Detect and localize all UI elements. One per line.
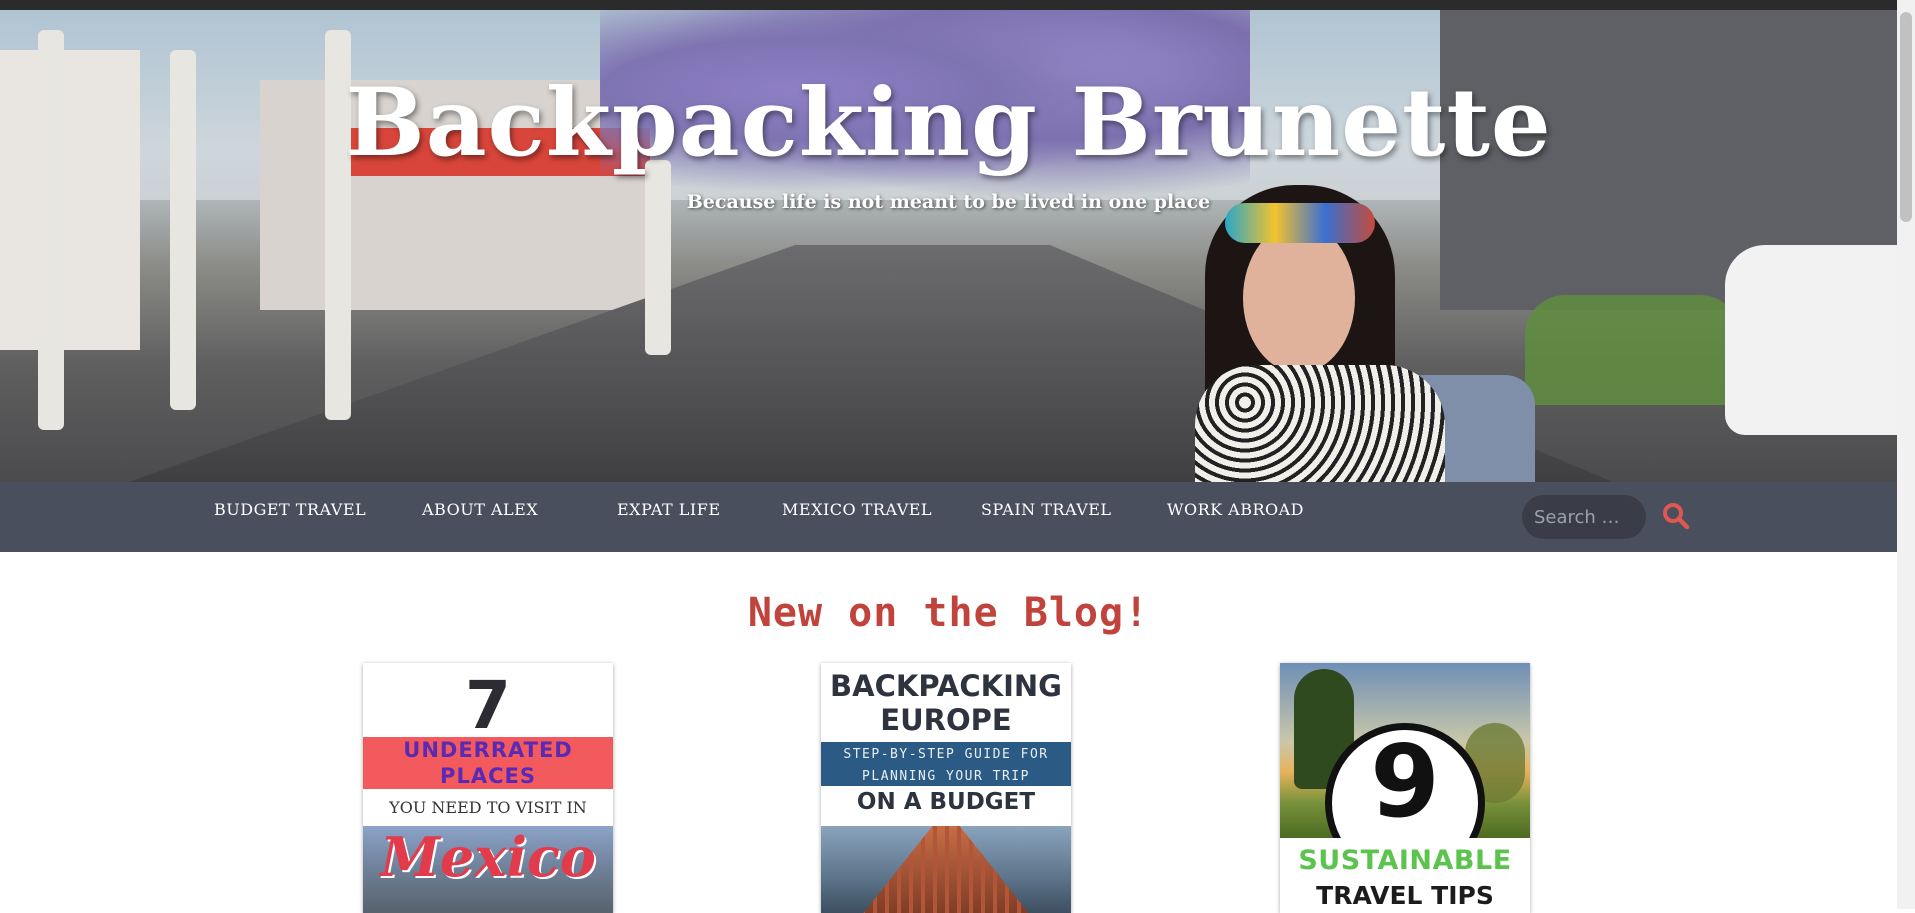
- magnifier-icon[interactable]: [1662, 502, 1690, 530]
- hero-header: Backpacking Brunette Because life is not…: [0, 10, 1897, 482]
- post-title-line: BACKPACKING: [830, 669, 1062, 703]
- post-subtitle-line: PLANNING YOUR TRIP: [862, 769, 1030, 784]
- post-number: 9: [1370, 723, 1440, 840]
- post-title-band: UNDERRATED PLACES: [363, 737, 613, 789]
- hero-person-photo: [1175, 185, 1545, 482]
- person-face: [1243, 223, 1355, 373]
- post-number: 7: [465, 667, 511, 744]
- section-heading: New on the Blog!: [747, 590, 1150, 636]
- post-card-sustainable[interactable]: 9 SUSTAINABLE TRAVEL TIPS: [1280, 663, 1530, 913]
- hero-plants: [1525, 295, 1740, 405]
- post-title-line: EUROPE: [880, 703, 1012, 737]
- post-title-line: PLACES: [440, 764, 536, 788]
- post-subtitle-band: STEP-BY-STEP GUIDE FOR PLANNING YOUR TRI…: [821, 742, 1071, 786]
- post-title-line: ON A BUDGET: [856, 789, 1036, 815]
- scrollbar-thumb[interactable]: [1900, 12, 1912, 222]
- browser-top-strip: [0, 0, 1897, 10]
- nav-item-mexico-travel[interactable]: MEXICO TRAVEL: [782, 500, 932, 519]
- post-card-mexico[interactable]: 7 UNDERRATED PLACES YOU NEED TO VISIT IN…: [363, 663, 613, 913]
- person-scarf: [1195, 365, 1445, 482]
- post-script-title: Mexico: [380, 825, 596, 889]
- nav-item-expat-life[interactable]: EXPAT LIFE: [617, 500, 721, 519]
- search-input[interactable]: [1522, 495, 1646, 539]
- post-title-line: TRAVEL TIPS: [1316, 881, 1494, 910]
- post-subtitle: YOU NEED TO VISIT IN: [389, 798, 587, 817]
- post-title-line: SUSTAINABLE: [1298, 845, 1512, 876]
- main-nav: BUDGET TRAVEL ABOUT ALEX EXPAT LIFE MEXI…: [0, 482, 1897, 552]
- nav-item-work-abroad[interactable]: WORK ABROAD: [1167, 500, 1304, 519]
- page-scrollbar[interactable]: [1897, 0, 1915, 909]
- post-title: BACKPACKING EUROPE: [821, 669, 1071, 737]
- post-title-line: UNDERRATED: [403, 738, 573, 762]
- hero-white-car: [1725, 245, 1897, 435]
- site-title[interactable]: Backpacking Brunette: [0, 68, 1897, 178]
- nav-item-about-alex[interactable]: ABOUT ALEX: [422, 500, 538, 519]
- post-card-europe[interactable]: BACKPACKING EUROPE STEP-BY-STEP GUIDE FO…: [821, 663, 1071, 913]
- site-tagline: Because life is not meant to be lived in…: [686, 191, 1211, 213]
- hero-tree-trunk: [645, 160, 671, 355]
- nav-item-spain-travel[interactable]: SPAIN TRAVEL: [981, 500, 1112, 519]
- post-subtitle-line: STEP-BY-STEP GUIDE FOR: [843, 747, 1049, 762]
- nav-item-budget-travel[interactable]: BUDGET TRAVEL: [214, 500, 366, 519]
